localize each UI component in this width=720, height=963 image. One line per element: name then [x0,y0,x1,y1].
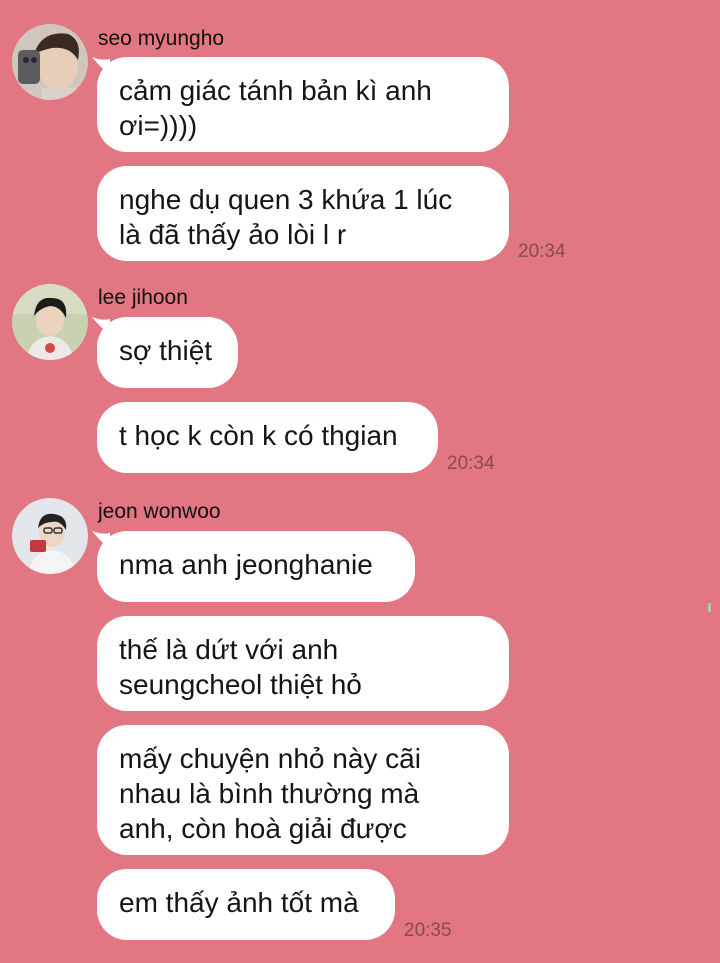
message-timestamp: 20:35 [404,920,452,941]
message-bubble[interactable]: thế là dứt với anh seungcheol thiệt hỏ [97,616,509,711]
message-timestamp: 20:34 [447,453,495,474]
message-bubble[interactable]: nghe dụ quen 3 khứa 1 lúc là đã thấy ảo … [97,166,509,261]
avatar-jeon-wonwoo[interactable] [12,498,88,574]
sender-name: jeon wonwoo [98,500,221,523]
scrollbar-indicator[interactable] [708,603,711,612]
message-bubble[interactable]: mấy chuyện nhỏ này cãi nhau là bình thườ… [97,725,509,855]
message-bubble[interactable]: nma anh jeonghanie [97,531,415,602]
message-timestamp: 20:34 [518,241,566,262]
message-bubble[interactable]: sợ thiệt [97,317,238,388]
avatar-photo [12,498,88,574]
message-bubble[interactable]: t học k còn k có thgian [97,402,438,473]
avatar-lee-jihoon[interactable] [12,284,88,360]
message-bubble[interactable]: cảm giác tánh bản kì anh ơi=)))) [97,57,509,152]
message-bubble[interactable]: em thấy ảnh tốt mà [97,869,395,940]
avatar-seo-myungho[interactable] [12,24,88,100]
avatar-photo [12,284,88,360]
avatar-photo [12,24,88,100]
sender-name: seo myungho [98,27,225,50]
sender-name: lee jihoon [98,286,188,309]
